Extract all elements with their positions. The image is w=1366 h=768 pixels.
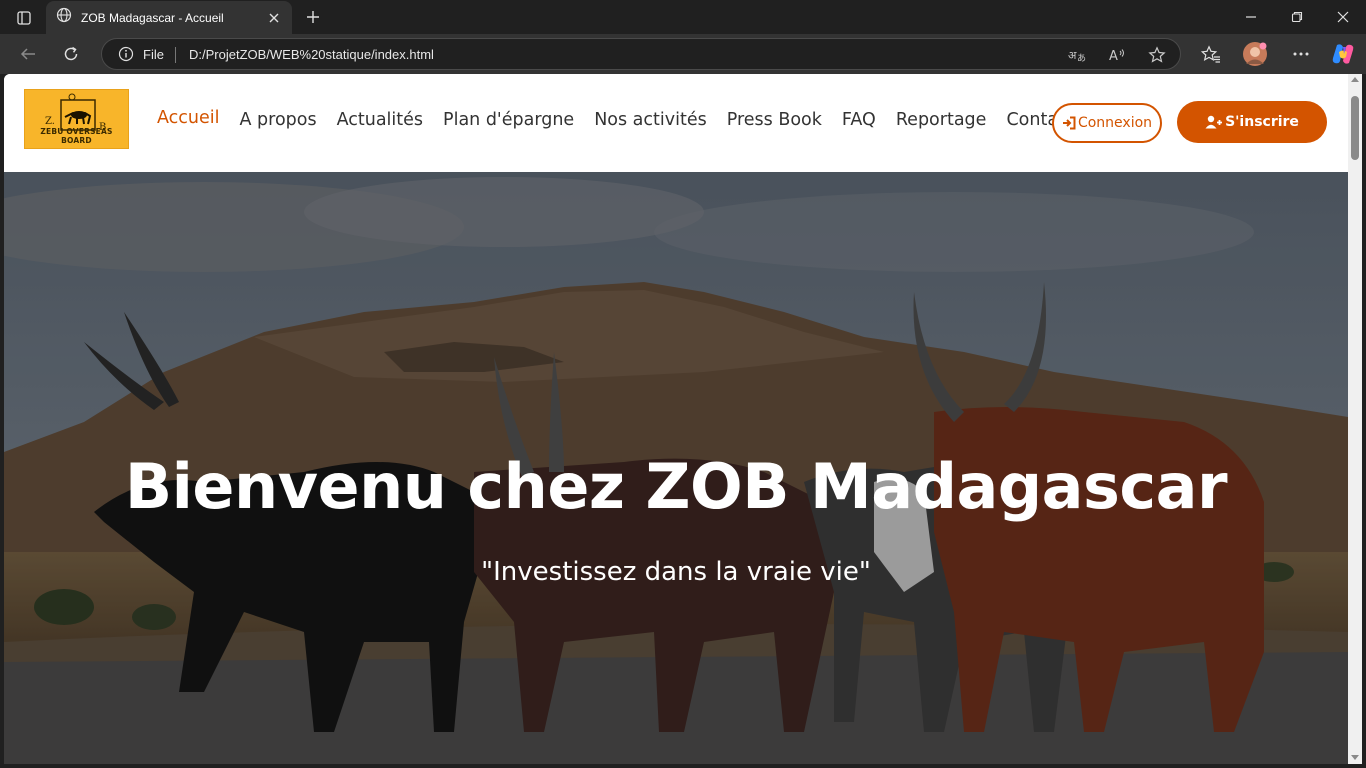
- close-window-icon[interactable]: [1320, 0, 1366, 34]
- hero-section: Bienvenu chez ZOB Madagascar "Investisse…: [4, 172, 1348, 764]
- translate-icon[interactable]: अあ: [1067, 45, 1087, 65]
- site-logo[interactable]: Z. B. ZEBU OVERSEAS BOARD: [24, 89, 129, 149]
- copilot-icon[interactable]: [1328, 40, 1358, 68]
- nav-item-actualites[interactable]: Actualités: [337, 110, 423, 130]
- browser-toolbar: File D:/ProjetZOB/WEB%20statique/index.h…: [0, 34, 1366, 74]
- page-viewport: Z. B. ZEBU OVERSEAS BOARD Accueil A prop…: [4, 74, 1348, 764]
- avatar[interactable]: [1240, 40, 1270, 68]
- site-header: Z. B. ZEBU OVERSEAS BOARD Accueil A prop…: [4, 74, 1348, 172]
- sign-in-icon: [1062, 116, 1076, 130]
- address-scheme: File: [143, 47, 164, 62]
- address-separator: [175, 47, 176, 63]
- minimize-icon[interactable]: [1228, 0, 1274, 34]
- login-button[interactable]: Connexion: [1052, 103, 1162, 143]
- user-plus-icon: [1205, 115, 1223, 129]
- nav-item-reportage[interactable]: Reportage: [896, 110, 987, 130]
- plus-icon[interactable]: [300, 6, 326, 28]
- browser-tab[interactable]: ZOB Madagascar - Accueil: [46, 1, 292, 34]
- nav-item-a-propos[interactable]: A propos: [240, 110, 317, 130]
- nav-item-nos-activites[interactable]: Nos activités: [594, 110, 707, 130]
- more-icon[interactable]: [1286, 40, 1316, 68]
- tab-title: ZOB Madagascar - Accueil: [81, 10, 224, 25]
- scroll-thumb[interactable]: [1351, 96, 1359, 160]
- nav-item-faq[interactable]: FAQ: [842, 110, 876, 130]
- hero-title: Bienvenu chez ZOB Madagascar: [124, 450, 1228, 523]
- page-scrollbar[interactable]: [1348, 74, 1362, 764]
- main-nav: Accueil A propos Actualités Plan d'éparg…: [157, 108, 1095, 130]
- refresh-icon[interactable]: [56, 40, 86, 68]
- signup-label: S'inscrire: [1225, 114, 1299, 130]
- back-icon[interactable]: [13, 40, 43, 68]
- close-icon[interactable]: [266, 10, 282, 26]
- address-bar[interactable]: File D:/ProjetZOB/WEB%20statique/index.h…: [101, 38, 1181, 70]
- favorites-icon[interactable]: [1196, 40, 1226, 68]
- scroll-up-icon[interactable]: [1351, 77, 1359, 82]
- svg-text:अ: अ: [1068, 49, 1077, 62]
- read-aloud-icon[interactable]: A: [1107, 45, 1127, 65]
- globe-icon: [56, 7, 72, 28]
- signup-button[interactable]: S'inscrire: [1177, 101, 1327, 143]
- browser-titlebar: ZOB Madagascar - Accueil: [0, 0, 1366, 34]
- nav-item-accueil[interactable]: Accueil: [157, 108, 220, 128]
- star-icon[interactable]: [1147, 45, 1167, 65]
- nav-item-plan-epargne[interactable]: Plan d'épargne: [443, 110, 574, 130]
- logo-text: ZEBU OVERSEAS BOARD: [40, 127, 113, 145]
- svg-text:あ: あ: [1077, 53, 1086, 63]
- address-url[interactable]: D:/ProjetZOB/WEB%20statique/index.html: [189, 47, 434, 62]
- svg-text:A: A: [1109, 49, 1118, 63]
- restore-icon[interactable]: [1274, 0, 1320, 34]
- svg-text:Z.: Z.: [45, 116, 55, 127]
- scroll-down-icon[interactable]: [1351, 755, 1359, 760]
- nav-item-press-book[interactable]: Press Book: [727, 110, 822, 130]
- tab-actions-icon[interactable]: [10, 7, 38, 29]
- hero-subtitle: "Investissez dans la vraie vie": [481, 557, 871, 587]
- login-label: Connexion: [1077, 115, 1153, 131]
- info-icon[interactable]: [118, 46, 134, 62]
